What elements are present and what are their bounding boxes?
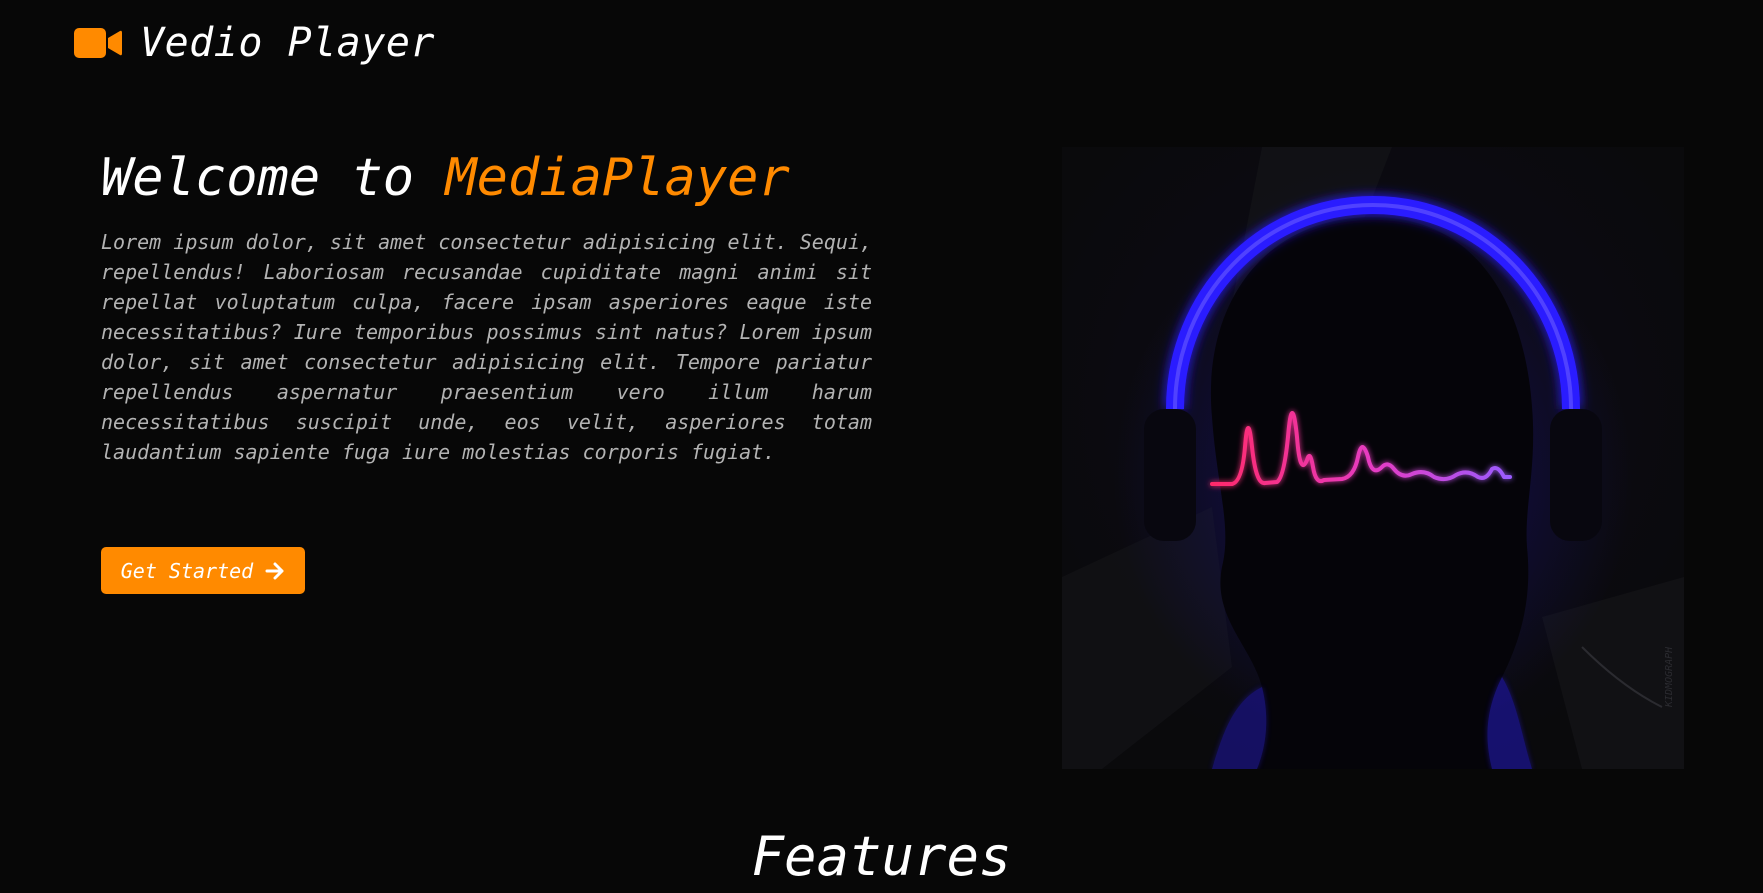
landing-page: Vedio Player Welcome to MediaPlayer Lore… [0, 0, 1763, 893]
arrow-right-icon [265, 562, 284, 579]
hero-headphones-image: KIDMOGRAPH [1062, 147, 1684, 769]
get-started-label: Get Started [120, 558, 254, 583]
video-camera-icon [74, 28, 122, 58]
hero-description: Lorem ipsum dolor, sit amet consectetur … [101, 230, 872, 464]
hero-title-highlight: MediaPlayer [445, 148, 790, 208]
hero-title-prefix: Welcome to [101, 148, 446, 208]
site-header: Vedio Player [74, 20, 435, 66]
features-title: Features [751, 825, 1012, 888]
image-watermark: KIDMOGRAPH [1664, 646, 1675, 708]
get-started-button[interactable]: Get Started [101, 547, 305, 594]
hero-title: Welcome to MediaPlayer [101, 148, 790, 208]
brand-name[interactable]: Vedio Player [140, 20, 435, 66]
